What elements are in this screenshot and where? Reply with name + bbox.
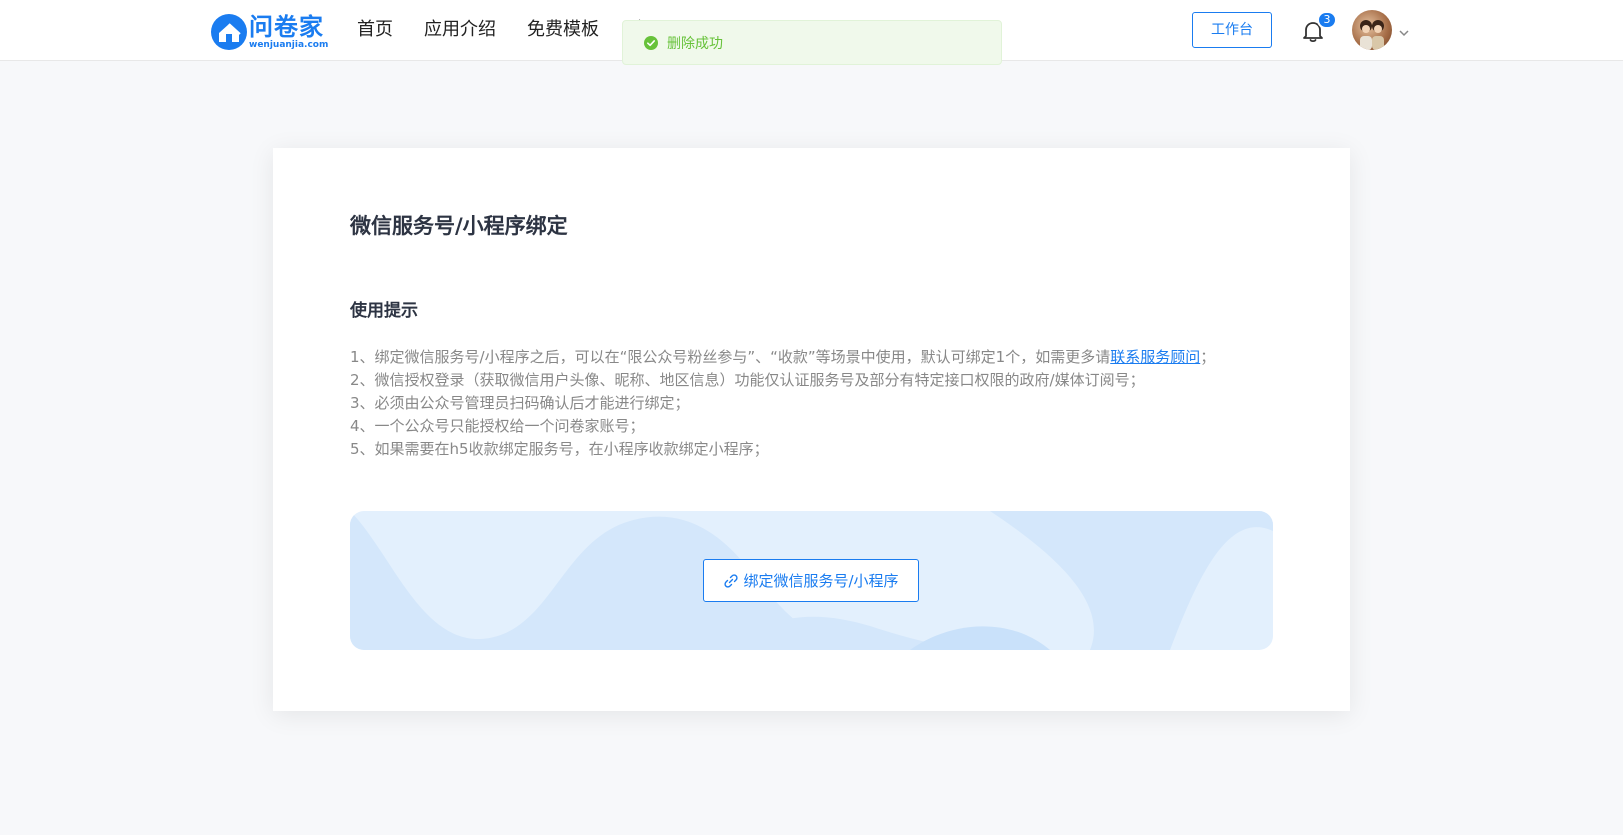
logo-domain: wenjuanjia.com bbox=[249, 39, 329, 50]
tip-suffix: ； bbox=[1200, 348, 1216, 366]
check-circle-icon bbox=[644, 35, 658, 50]
logo-name: 问卷家 bbox=[249, 12, 324, 41]
workbench-button[interactable]: 工作台 bbox=[1192, 12, 1272, 48]
tip-item: 5、如果需要在h5收款绑定服务号，在小程序收款绑定小程序； bbox=[350, 440, 769, 458]
tip-item: 1、绑定微信服务号/小程序之后，可以在“限公众号粉丝参与”、“收款”等场景中使用… bbox=[350, 346, 1300, 369]
tip-text: 1、绑定微信服务号/小程序之后，可以在“限公众号粉丝参与”、“收款”等场景中使用… bbox=[350, 348, 1111, 366]
avatar[interactable] bbox=[1352, 10, 1392, 50]
usage-tips-title: 使用提示 bbox=[350, 301, 418, 321]
link-icon bbox=[724, 573, 739, 588]
page-title: 微信服务号/小程序绑定 bbox=[350, 214, 568, 238]
usage-tips-list: 1、绑定微信服务号/小程序之后，可以在“限公众号粉丝参与”、“收款”等场景中使用… bbox=[350, 346, 1300, 461]
chevron-down-icon[interactable] bbox=[1398, 24, 1410, 37]
toast-message: 删除成功 bbox=[667, 35, 723, 52]
tip-item: 4、一个公众号只能授权给一个问卷家账号； bbox=[350, 417, 645, 435]
notification-badge: 3 bbox=[1317, 11, 1337, 29]
bind-button-label: 绑定微信服务号/小程序 bbox=[743, 572, 899, 590]
contact-advisor-link[interactable]: 联系服务顾问 bbox=[1110, 348, 1200, 366]
success-toast: 删除成功 bbox=[622, 20, 1002, 65]
bind-banner: 绑定微信服务号/小程序 bbox=[350, 511, 1273, 650]
tip-item: 3、必须由公众号管理员扫码确认后才能进行绑定； bbox=[350, 394, 690, 412]
nav-item-app-intro[interactable]: 应用介绍 bbox=[424, 18, 496, 42]
nav-item-home[interactable]: 首页 bbox=[357, 18, 393, 42]
tip-item: 2、微信授权登录（获取微信用户头像、昵称、地区信息）功能仅认证服务号及部分有特定… bbox=[350, 371, 1145, 389]
binding-card: 微信服务号/小程序绑定 使用提示 1、绑定微信服务号/小程序之后，可以在“限公众… bbox=[273, 148, 1350, 711]
logo-house-icon bbox=[211, 14, 247, 50]
logo[interactable]: 问卷家 wenjuanjia.com bbox=[211, 14, 328, 50]
nav-item-free-templates[interactable]: 免费模板 bbox=[527, 18, 599, 42]
bind-wechat-button[interactable]: 绑定微信服务号/小程序 bbox=[703, 559, 919, 602]
